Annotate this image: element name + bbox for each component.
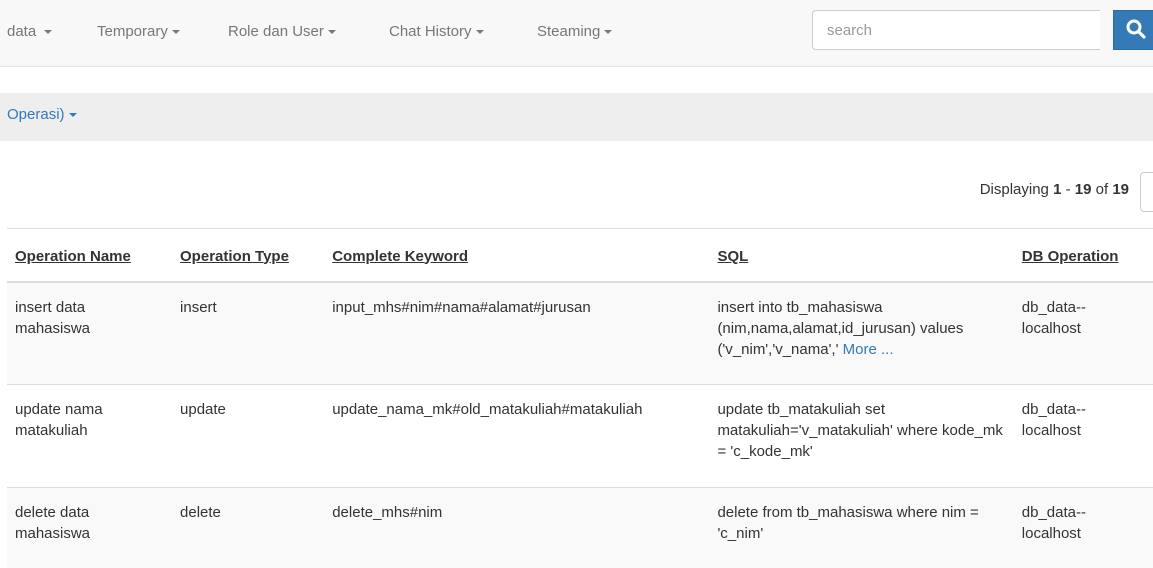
caret-down-icon bbox=[68, 113, 77, 118]
sort-db-operation[interactable]: DB Operation bbox=[1022, 248, 1119, 265]
menu-steaming[interactable]: Steaming bbox=[537, 20, 613, 44]
menu-label: Chat History bbox=[389, 23, 472, 40]
summary-sep: - bbox=[1061, 181, 1075, 198]
column-header: Operation Name bbox=[7, 228, 173, 283]
menu-label: Steaming bbox=[537, 23, 601, 40]
top-navbar: data Temporary Role dan User Chat Histor… bbox=[0, 0, 1153, 67]
caret-down-icon bbox=[327, 30, 336, 35]
table-header-row: Operation Name Operation Type Complete K… bbox=[7, 228, 1153, 283]
menu-label: Role dan User bbox=[228, 23, 324, 40]
cell-sql: update tb_matakuliah set matakuliah='v_m… bbox=[709, 384, 1014, 488]
cell-complete-keyword: update_nama_mk#old_matakuliah#matakuliah bbox=[324, 384, 710, 488]
caret-down-icon bbox=[44, 30, 53, 35]
caret-down-icon bbox=[475, 30, 484, 35]
menu-data[interactable]: data bbox=[7, 20, 53, 44]
caret-down-icon bbox=[171, 30, 180, 35]
menu-label: Operasi) bbox=[7, 106, 65, 123]
menu-label: data bbox=[7, 23, 37, 40]
menu-temporary[interactable]: Temporary bbox=[97, 20, 180, 44]
table-row: update nama matakuliah update update_nam… bbox=[7, 384, 1153, 488]
caret-down-icon bbox=[604, 30, 613, 35]
menu-role-dan-user[interactable]: Role dan User bbox=[228, 20, 336, 44]
cell-operation-name: update nama matakuliah bbox=[7, 384, 173, 488]
sub-navbar: Operasi) bbox=[0, 93, 1153, 141]
menu-label: Temporary bbox=[97, 23, 168, 40]
cell-sql: insert into tb_mahasiswa (nim,nama,alama… bbox=[709, 281, 1014, 385]
cell-operation-name: insert data mahasiswa bbox=[7, 281, 173, 385]
cell-db-operation: db_data--localhost bbox=[1013, 281, 1153, 385]
cell-db-operation: db_data--localhost bbox=[1013, 384, 1153, 488]
cell-operation-type: update bbox=[172, 384, 325, 488]
cell-operation-type: insert bbox=[172, 281, 325, 385]
sort-operation-name[interactable]: Operation Name bbox=[15, 248, 131, 265]
column-header: Operation Type bbox=[172, 228, 325, 283]
table-row: insert data mahasiswa insert input_mhs#n… bbox=[7, 281, 1153, 385]
search-input[interactable] bbox=[812, 10, 1100, 50]
sort-operation-type[interactable]: Operation Type bbox=[180, 248, 289, 265]
column-header: Complete Keyword bbox=[324, 228, 710, 283]
summary-prefix: Displaying bbox=[979, 181, 1054, 198]
column-header: SQL bbox=[709, 228, 1014, 283]
page-size-select[interactable] bbox=[1140, 172, 1153, 212]
search-icon bbox=[1126, 19, 1146, 39]
sort-sql[interactable]: SQL bbox=[717, 248, 748, 265]
sort-complete-keyword[interactable]: Complete Keyword bbox=[332, 248, 468, 265]
menu-operasi[interactable]: Operasi) bbox=[7, 106, 77, 123]
operations-table: Operation Name Operation Type Complete K… bbox=[7, 228, 1153, 568]
menu-chat-history[interactable]: Chat History bbox=[389, 20, 484, 44]
column-header: DB Operation bbox=[1013, 228, 1153, 283]
more-link[interactable]: More ... bbox=[843, 341, 894, 358]
summary-of: of bbox=[1091, 181, 1113, 198]
pagination-summary: Displaying 1 - 19 of 19 bbox=[980, 181, 1129, 198]
summary-to: 19 bbox=[1074, 181, 1092, 198]
cell-complete-keyword: input_mhs#nim#nama#alamat#jurusan bbox=[324, 281, 710, 385]
search-button[interactable] bbox=[1113, 10, 1153, 50]
summary-total: 19 bbox=[1112, 181, 1129, 198]
sql-text: insert into tb_mahasiswa (nim,nama,alama… bbox=[717, 298, 964, 358]
